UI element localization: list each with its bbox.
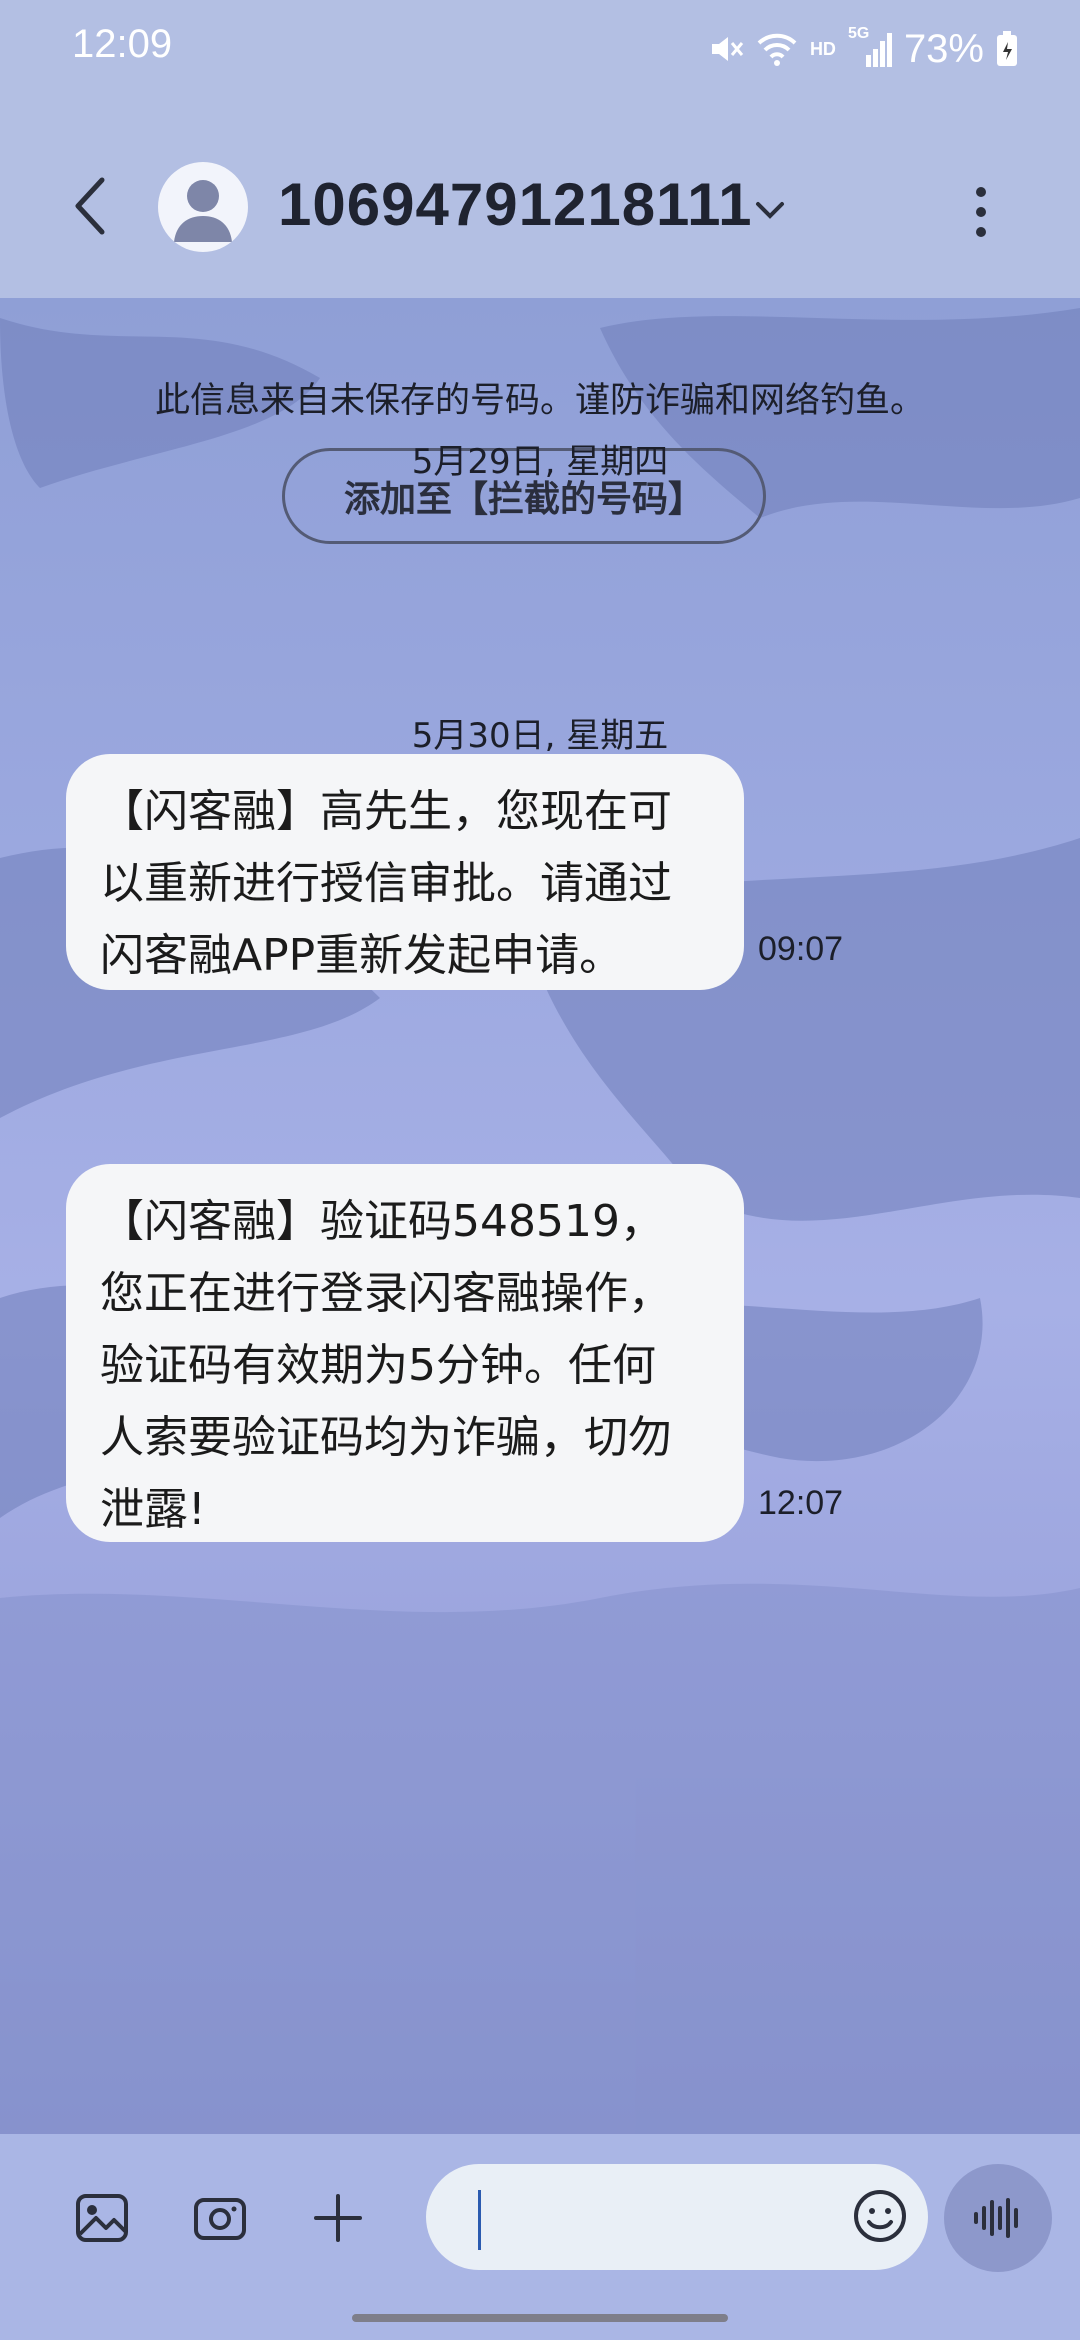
message-bubble[interactable]: 【闪客融】验证码548519， 您正在进行登录闪客融操作， 验证码有效期为5分钟… — [66, 1164, 744, 1542]
message-bubble[interactable]: 【闪客融】高先生，您现在可 以重新进行授信审批。请通过 闪客融APP重新发起申请… — [66, 754, 744, 990]
date-separator: 5月30日, 星期五 — [411, 716, 669, 756]
status-icons: HD 5G 73% — [708, 24, 1018, 74]
wifi-icon — [756, 31, 798, 67]
status-bar: 12:09 HD 5G 73% — [0, 0, 1080, 100]
message-line: 闪客融APP重新发起申请。 — [100, 930, 624, 981]
mute-icon — [708, 31, 744, 67]
back-button[interactable] — [60, 166, 120, 246]
avatar-icon — [174, 180, 232, 242]
message-line: 【闪客融】验证码548519， — [100, 1196, 664, 1247]
message-input[interactable] — [426, 2164, 928, 2270]
message-line: 泄露! — [100, 1484, 206, 1535]
voice-icon — [974, 2198, 1018, 2238]
text-cursor — [478, 2190, 481, 2250]
conversation-area[interactable]: 此信息来自未保存的号码。谨防诈骗和网络钓鱼。 添加至【拦截的号码】 5月29日,… — [0, 298, 1080, 2134]
message-line: 以重新进行授信审批。请通过 — [100, 858, 672, 909]
message-line: 【闪客融】高先生，您现在可 — [100, 786, 672, 837]
chevron-down-icon[interactable] — [750, 190, 790, 230]
home-indicator[interactable] — [352, 2314, 728, 2322]
emoji-icon — [854, 2190, 906, 2242]
camera-button[interactable] — [180, 2178, 260, 2258]
attach-button[interactable] — [298, 2178, 378, 2258]
more-options-icon — [976, 187, 986, 237]
back-icon — [75, 177, 105, 235]
plus-icon — [314, 2194, 362, 2242]
message-line: 验证码有效期为5分钟。任何 — [100, 1340, 656, 1391]
signal-icon: 5G — [848, 25, 892, 69]
navigation-bar — [0, 2300, 1080, 2340]
more-options-button[interactable] — [966, 182, 996, 242]
voice-input-button[interactable] — [944, 2164, 1052, 2272]
camera-icon — [194, 2198, 246, 2240]
message-time: 09:07 — [758, 930, 844, 968]
gallery-icon — [76, 2194, 128, 2242]
message-time: 12:07 — [758, 1484, 844, 1522]
battery-icon — [996, 31, 1018, 67]
battery-percent: 73% — [903, 26, 984, 71]
network-label: HD — [809, 38, 836, 59]
conversation-header: 10694791218111 — [0, 100, 1080, 298]
date-separator: 5月29日, 星期四 — [411, 442, 669, 482]
message-line: 您正在进行登录闪客融操作， — [100, 1268, 672, 1319]
gallery-button[interactable] — [62, 2178, 142, 2258]
emoji-button[interactable] — [850, 2186, 910, 2246]
message-line: 人索要验证码均为诈骗，切勿 — [100, 1412, 672, 1463]
contact-title[interactable]: 10694791218111 — [278, 170, 753, 239]
unsaved-number-warning: 此信息来自未保存的号码。谨防诈骗和网络钓鱼。 — [154, 381, 925, 421]
avatar[interactable] — [158, 162, 248, 252]
message-composer — [0, 2134, 1080, 2300]
status-time: 12:09 — [72, 22, 173, 66]
